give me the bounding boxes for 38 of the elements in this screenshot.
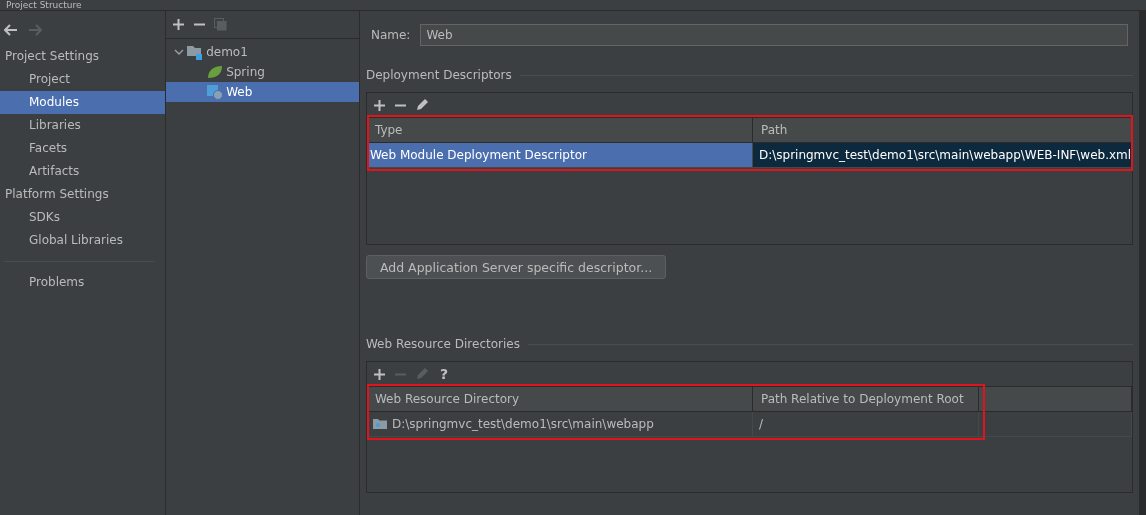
table-cell[interactable]: / (752, 412, 979, 436)
pencil-icon[interactable] (414, 98, 429, 112)
back-arrow-icon[interactable] (4, 24, 18, 36)
sidebar-item[interactable]: SDKs (0, 206, 166, 229)
column-header[interactable]: Type (366, 118, 753, 142)
help-button[interactable]: ? (436, 366, 451, 382)
table-cell[interactable]: D:\springmvc_test\demo1\src\main\webapp\WEB-INF\web.xml (752, 143, 1133, 167)
table-cell[interactable]: Web Module Deployment Descriptor (366, 143, 753, 167)
tree-item[interactable]: Spring (166, 62, 359, 82)
section-heading: Platform Settings (4, 186, 110, 203)
web-module-icon (207, 84, 224, 100)
name-label: Name: (370, 28, 411, 42)
chevron-icon[interactable] (174, 47, 185, 57)
group-title: Web Resource Directories (365, 337, 520, 351)
add-descriptor-button[interactable]: Add Application Server specific descriptor... (365, 255, 667, 279)
table-cell[interactable]: D:\springmvc_test\demo1\src\main\webapp (366, 412, 753, 436)
add-icon[interactable] (372, 367, 386, 381)
column-header[interactable]: Path (752, 118, 1133, 142)
tree-item[interactable]: demo1 (166, 42, 359, 62)
sidebar-item[interactable]: Libraries (0, 114, 166, 137)
window-title: Project Structure (6, 0, 82, 10)
sidebar-item[interactable]: Global Libraries (0, 229, 166, 252)
tree-item[interactable]: Web (166, 82, 359, 102)
column-header[interactable]: Path Relative to Deployment Root (752, 387, 979, 411)
sidebar-item[interactable]: Project (0, 68, 166, 91)
leaf-icon (207, 65, 224, 79)
name-field[interactable]: Web (420, 24, 1129, 46)
sidebar-item[interactable]: Problems (0, 271, 166, 294)
folder-icon (372, 418, 387, 430)
sidebar-item[interactable]: Modules (0, 91, 166, 114)
group-title: Deployment Descriptors (365, 68, 512, 82)
folder-icon (187, 44, 204, 60)
section-heading: Project Settings (4, 48, 101, 65)
column-header[interactable]: Web Resource Directory (366, 387, 753, 411)
add-icon[interactable] (372, 98, 386, 112)
sidebar-item[interactable]: Facets (0, 137, 166, 160)
add-icon[interactable] (172, 18, 186, 31)
sidebar-item[interactable]: Artifacts (0, 160, 166, 183)
